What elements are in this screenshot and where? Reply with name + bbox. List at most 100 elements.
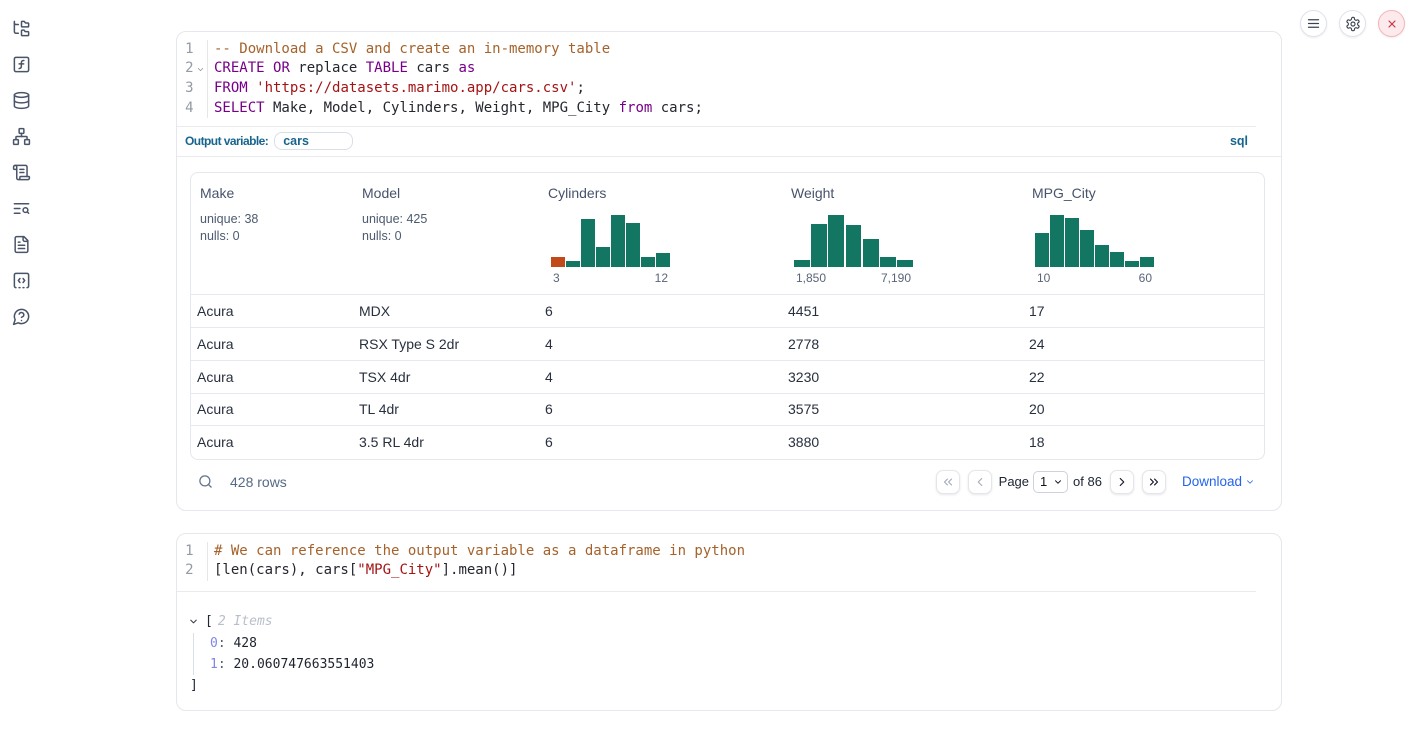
notebook: 1234-- Download a CSV and create an in-m… — [176, 31, 1282, 711]
chevrons-right-icon — [1147, 475, 1161, 489]
next-page-button[interactable] — [1110, 470, 1134, 494]
code-line[interactable]: # We can reference the output variable a… — [214, 542, 1281, 562]
column-title: MPG_City — [1032, 184, 1255, 203]
download-button[interactable]: Download — [1182, 474, 1255, 489]
table-cell: 3575 — [782, 393, 1023, 426]
items-count-label: 2 Items — [218, 611, 273, 632]
sql-output-area: Makeunique: 38nulls: 0Modelunique: 425nu… — [177, 157, 1281, 510]
table-cell: Acura — [191, 393, 353, 426]
sidebar-item-file-explorer[interactable] — [4, 10, 40, 46]
data-table: Makeunique: 38nulls: 0Modelunique: 425nu… — [191, 173, 1264, 459]
table-cell: TL 4dr — [353, 393, 539, 426]
table-footer: 428 rows Page 1 of 86 Download — [190, 466, 1265, 498]
sidebar-item-variables[interactable] — [4, 46, 40, 82]
table-cell: TSX 4dr — [353, 360, 539, 393]
histogram-bar — [863, 239, 879, 267]
sql-code-editor[interactable]: 1234 -- Download a CSV and create an in-m… — [177, 32, 1281, 126]
python-code-editor[interactable]: 12 # We can reference the output variable… — [177, 534, 1281, 591]
code-line[interactable]: [len(cars), cars["MPG_City"].mean()] — [214, 561, 1281, 581]
table-cell: 6 — [539, 426, 782, 459]
histogram-bar — [1140, 257, 1154, 267]
open-bracket: [ — [205, 611, 213, 632]
page-total-label: of 86 — [1073, 474, 1102, 489]
column-header-weight[interactable]: Weight 1,8507,190 — [782, 173, 1023, 295]
editor-gutter: 1234 — [177, 40, 208, 119]
sidebar-item-documentation[interactable] — [4, 226, 40, 262]
fold-gutter-slot — [194, 99, 207, 119]
language-badge: sql — [1230, 134, 1248, 148]
sidebar-item-help[interactable] — [4, 298, 40, 334]
menu-icon — [1306, 16, 1321, 31]
code-line[interactable]: -- Download a CSV and create an in-memor… — [214, 40, 1281, 60]
page-select[interactable]: 1 — [1033, 471, 1068, 493]
fold-gutter-slot — [194, 79, 207, 99]
code-content[interactable]: # We can reference the output variable a… — [208, 542, 1282, 581]
sidebar-item-datasources[interactable] — [4, 82, 40, 118]
histogram-axis: 1060 — [1035, 271, 1154, 285]
table-row: Acura3.5 RL 4dr6388018 — [191, 426, 1264, 459]
editor-gutter: 12 — [177, 542, 208, 581]
first-page-button[interactable] — [936, 470, 960, 494]
chevron-down-icon — [1245, 477, 1255, 487]
table-cell: 6 — [539, 393, 782, 426]
histogram-bar — [1050, 215, 1064, 267]
column-title: Weight — [791, 184, 1014, 203]
code-line[interactable]: FROM 'https://datasets.marimo.app/cars.c… — [214, 79, 1281, 99]
histogram-axis: 312 — [551, 271, 670, 285]
column-header-model[interactable]: Modelunique: 425nulls: 0 — [353, 173, 539, 295]
table-cell: 18 — [1023, 426, 1264, 459]
table-cell: 4 — [539, 360, 782, 393]
table-cell: Acura — [191, 327, 353, 360]
code-line[interactable]: SELECT Make, Model, Cylinders, Weight, M… — [214, 99, 1281, 119]
message-circle-question-icon — [12, 307, 31, 326]
table-row: AcuraTL 4dr6357520 — [191, 393, 1264, 426]
table-row: AcuraRSX Type S 2dr4277824 — [191, 327, 1264, 360]
fold-gutter-slot — [194, 40, 207, 60]
column-stats: unique: 425nulls: 0 — [362, 211, 530, 244]
function-square-icon — [12, 55, 31, 74]
table-cell: 2778 — [782, 327, 1023, 360]
sidebar-item-scratchpad[interactable] — [4, 154, 40, 190]
table-cell: 3880 — [782, 426, 1023, 459]
sidebar-item-dependencies[interactable] — [4, 118, 40, 154]
table-cell: Acura — [191, 295, 353, 328]
histogram-bar — [811, 224, 827, 267]
column-header-make[interactable]: Makeunique: 38nulls: 0 — [191, 173, 353, 295]
line-number: 2 — [177, 561, 194, 581]
column-header-mpg_city[interactable]: MPG_City 1060 — [1023, 173, 1264, 295]
menu-button[interactable] — [1300, 10, 1327, 37]
table-cell: 3.5 RL 4dr — [353, 426, 539, 459]
settings-button[interactable] — [1339, 10, 1366, 37]
table-row: AcuraMDX6445117 — [191, 295, 1264, 328]
histogram-bar — [596, 247, 610, 267]
sidebar-item-snippets[interactable] — [4, 262, 40, 298]
search-button[interactable] — [198, 474, 213, 489]
chevrons-left-icon — [941, 475, 955, 489]
column-header-cylinders[interactable]: Cylinders312 — [539, 173, 782, 295]
histogram-bar — [566, 261, 580, 267]
top-actions — [1300, 10, 1405, 37]
sidebar — [3, 10, 40, 334]
previous-page-button[interactable] — [968, 470, 992, 494]
column-histogram: 1,8507,190 — [794, 215, 913, 285]
shutdown-button[interactable] — [1378, 10, 1405, 37]
histogram-bar — [1110, 252, 1124, 267]
collapse-caret[interactable] — [188, 616, 199, 627]
last-page-button[interactable] — [1142, 470, 1166, 494]
line-number: 1 — [177, 40, 194, 60]
database-icon — [12, 91, 31, 110]
output-variable-input[interactable] — [274, 132, 353, 150]
tree-entry: 1: 20.060747663551403 — [210, 654, 1281, 675]
sidebar-item-logs[interactable] — [4, 190, 40, 226]
code-content[interactable]: -- Download a CSV and create an in-memor… — [208, 40, 1282, 119]
tree-entry-value: 428 — [233, 636, 256, 651]
fold-gutter-slot — [194, 542, 207, 562]
line-number: 3 — [177, 79, 194, 99]
table-cell: Acura — [191, 426, 353, 459]
table-cell: 20 — [1023, 393, 1264, 426]
histogram-bar — [656, 253, 670, 267]
code-line[interactable]: CREATE OR replace TABLE cars as — [214, 59, 1281, 79]
text-search-icon — [12, 199, 31, 218]
table-cell: RSX Type S 2dr — [353, 327, 539, 360]
fold-caret[interactable] — [194, 59, 207, 79]
